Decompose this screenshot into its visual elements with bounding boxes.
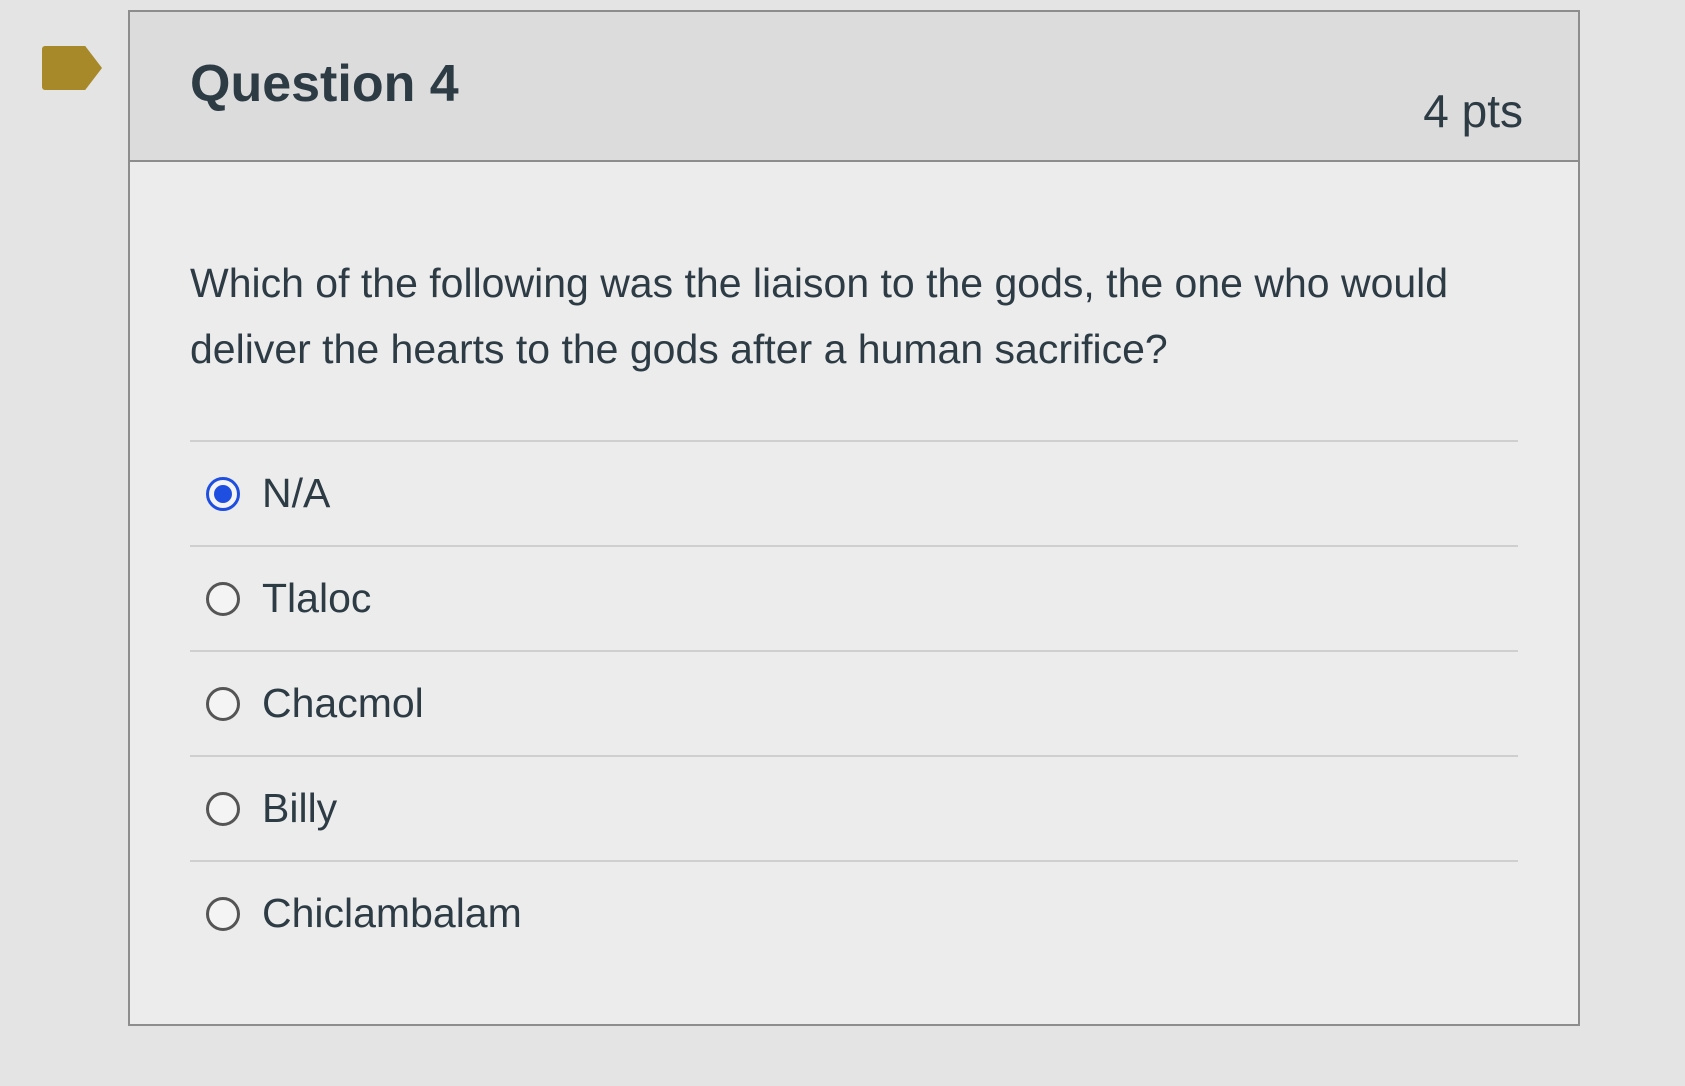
radio-unchecked-icon[interactable] <box>206 581 240 616</box>
answer-label: Tlaloc <box>262 575 372 621</box>
answer-option-chacmol[interactable]: Chacmol <box>190 650 1518 755</box>
question-header: Question 4 4 pts <box>130 12 1578 162</box>
answer-option-chiclambalam[interactable]: Chiclambalam <box>190 860 1518 965</box>
answer-option-billy[interactable]: Billy <box>190 755 1518 860</box>
radio-checked-icon[interactable] <box>206 476 240 511</box>
answer-label: Chiclambalam <box>262 890 522 936</box>
flag-question-icon[interactable] <box>42 46 102 90</box>
question-title: Question 4 <box>190 55 459 113</box>
question-text: Which of the following was the liaison t… <box>190 260 1449 372</box>
question-card: Question 4 4 pts Which of the following … <box>128 10 1580 1026</box>
question-points: 4 pts <box>1423 85 1523 137</box>
radio-unchecked-icon[interactable] <box>206 686 240 721</box>
answer-label: N/A <box>262 470 331 516</box>
answer-label: Billy <box>262 785 338 831</box>
answer-option-tlaloc[interactable]: Tlaloc <box>190 545 1518 650</box>
radio-unchecked-icon[interactable] <box>206 791 240 826</box>
question-body: Which of the following was the liaison t… <box>130 162 1578 965</box>
answer-list: N/A Tlaloc Chacmol Billy Chiclambalam <box>190 440 1518 965</box>
answer-label: Chacmol <box>262 680 424 726</box>
answer-option-na[interactable]: N/A <box>190 440 1518 545</box>
radio-unchecked-icon[interactable] <box>206 896 240 931</box>
